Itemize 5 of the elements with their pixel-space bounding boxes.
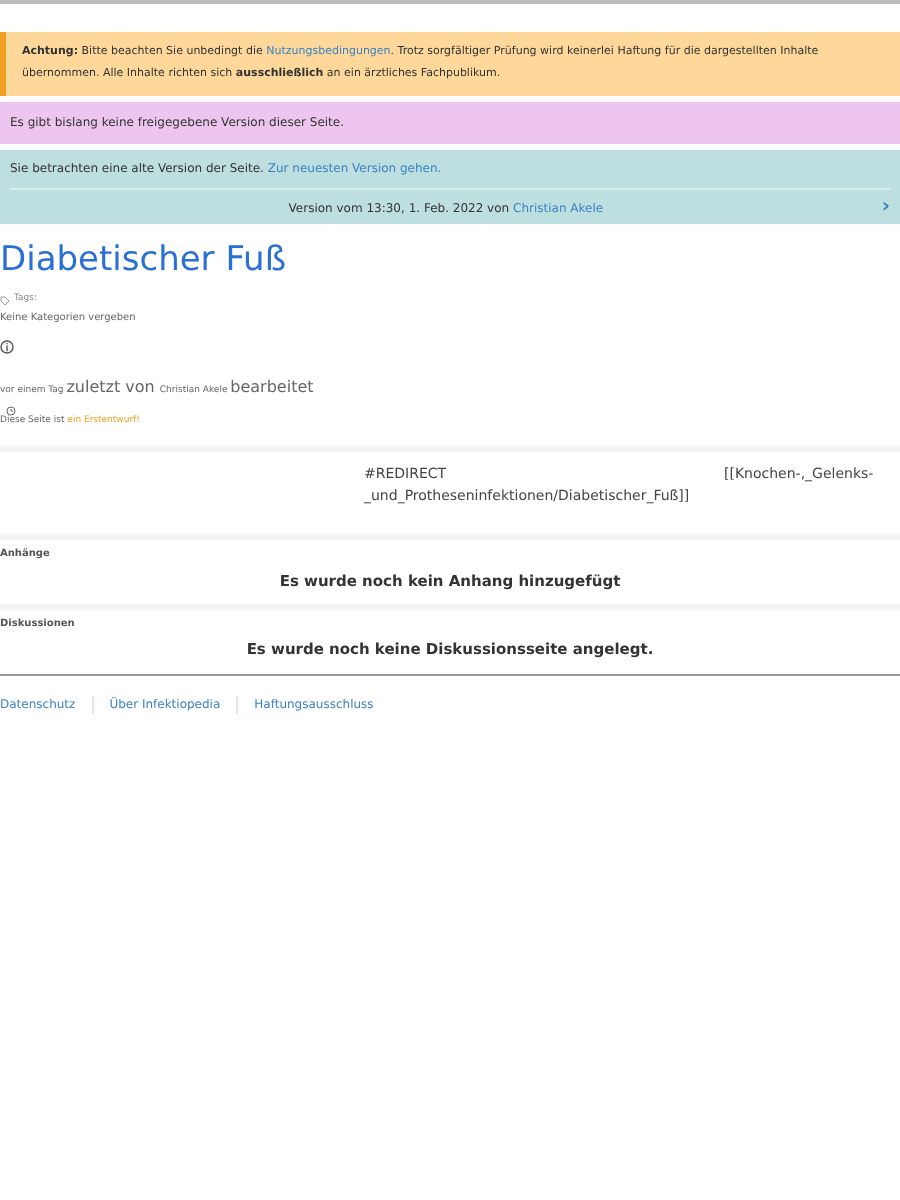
tag-icon [0, 295, 10, 306]
info-icon [0, 340, 14, 355]
page-title: Diabetischer Fuß [0, 238, 289, 282]
clock-icon [6, 406, 16, 417]
next-version-button[interactable]: › [881, 198, 890, 218]
